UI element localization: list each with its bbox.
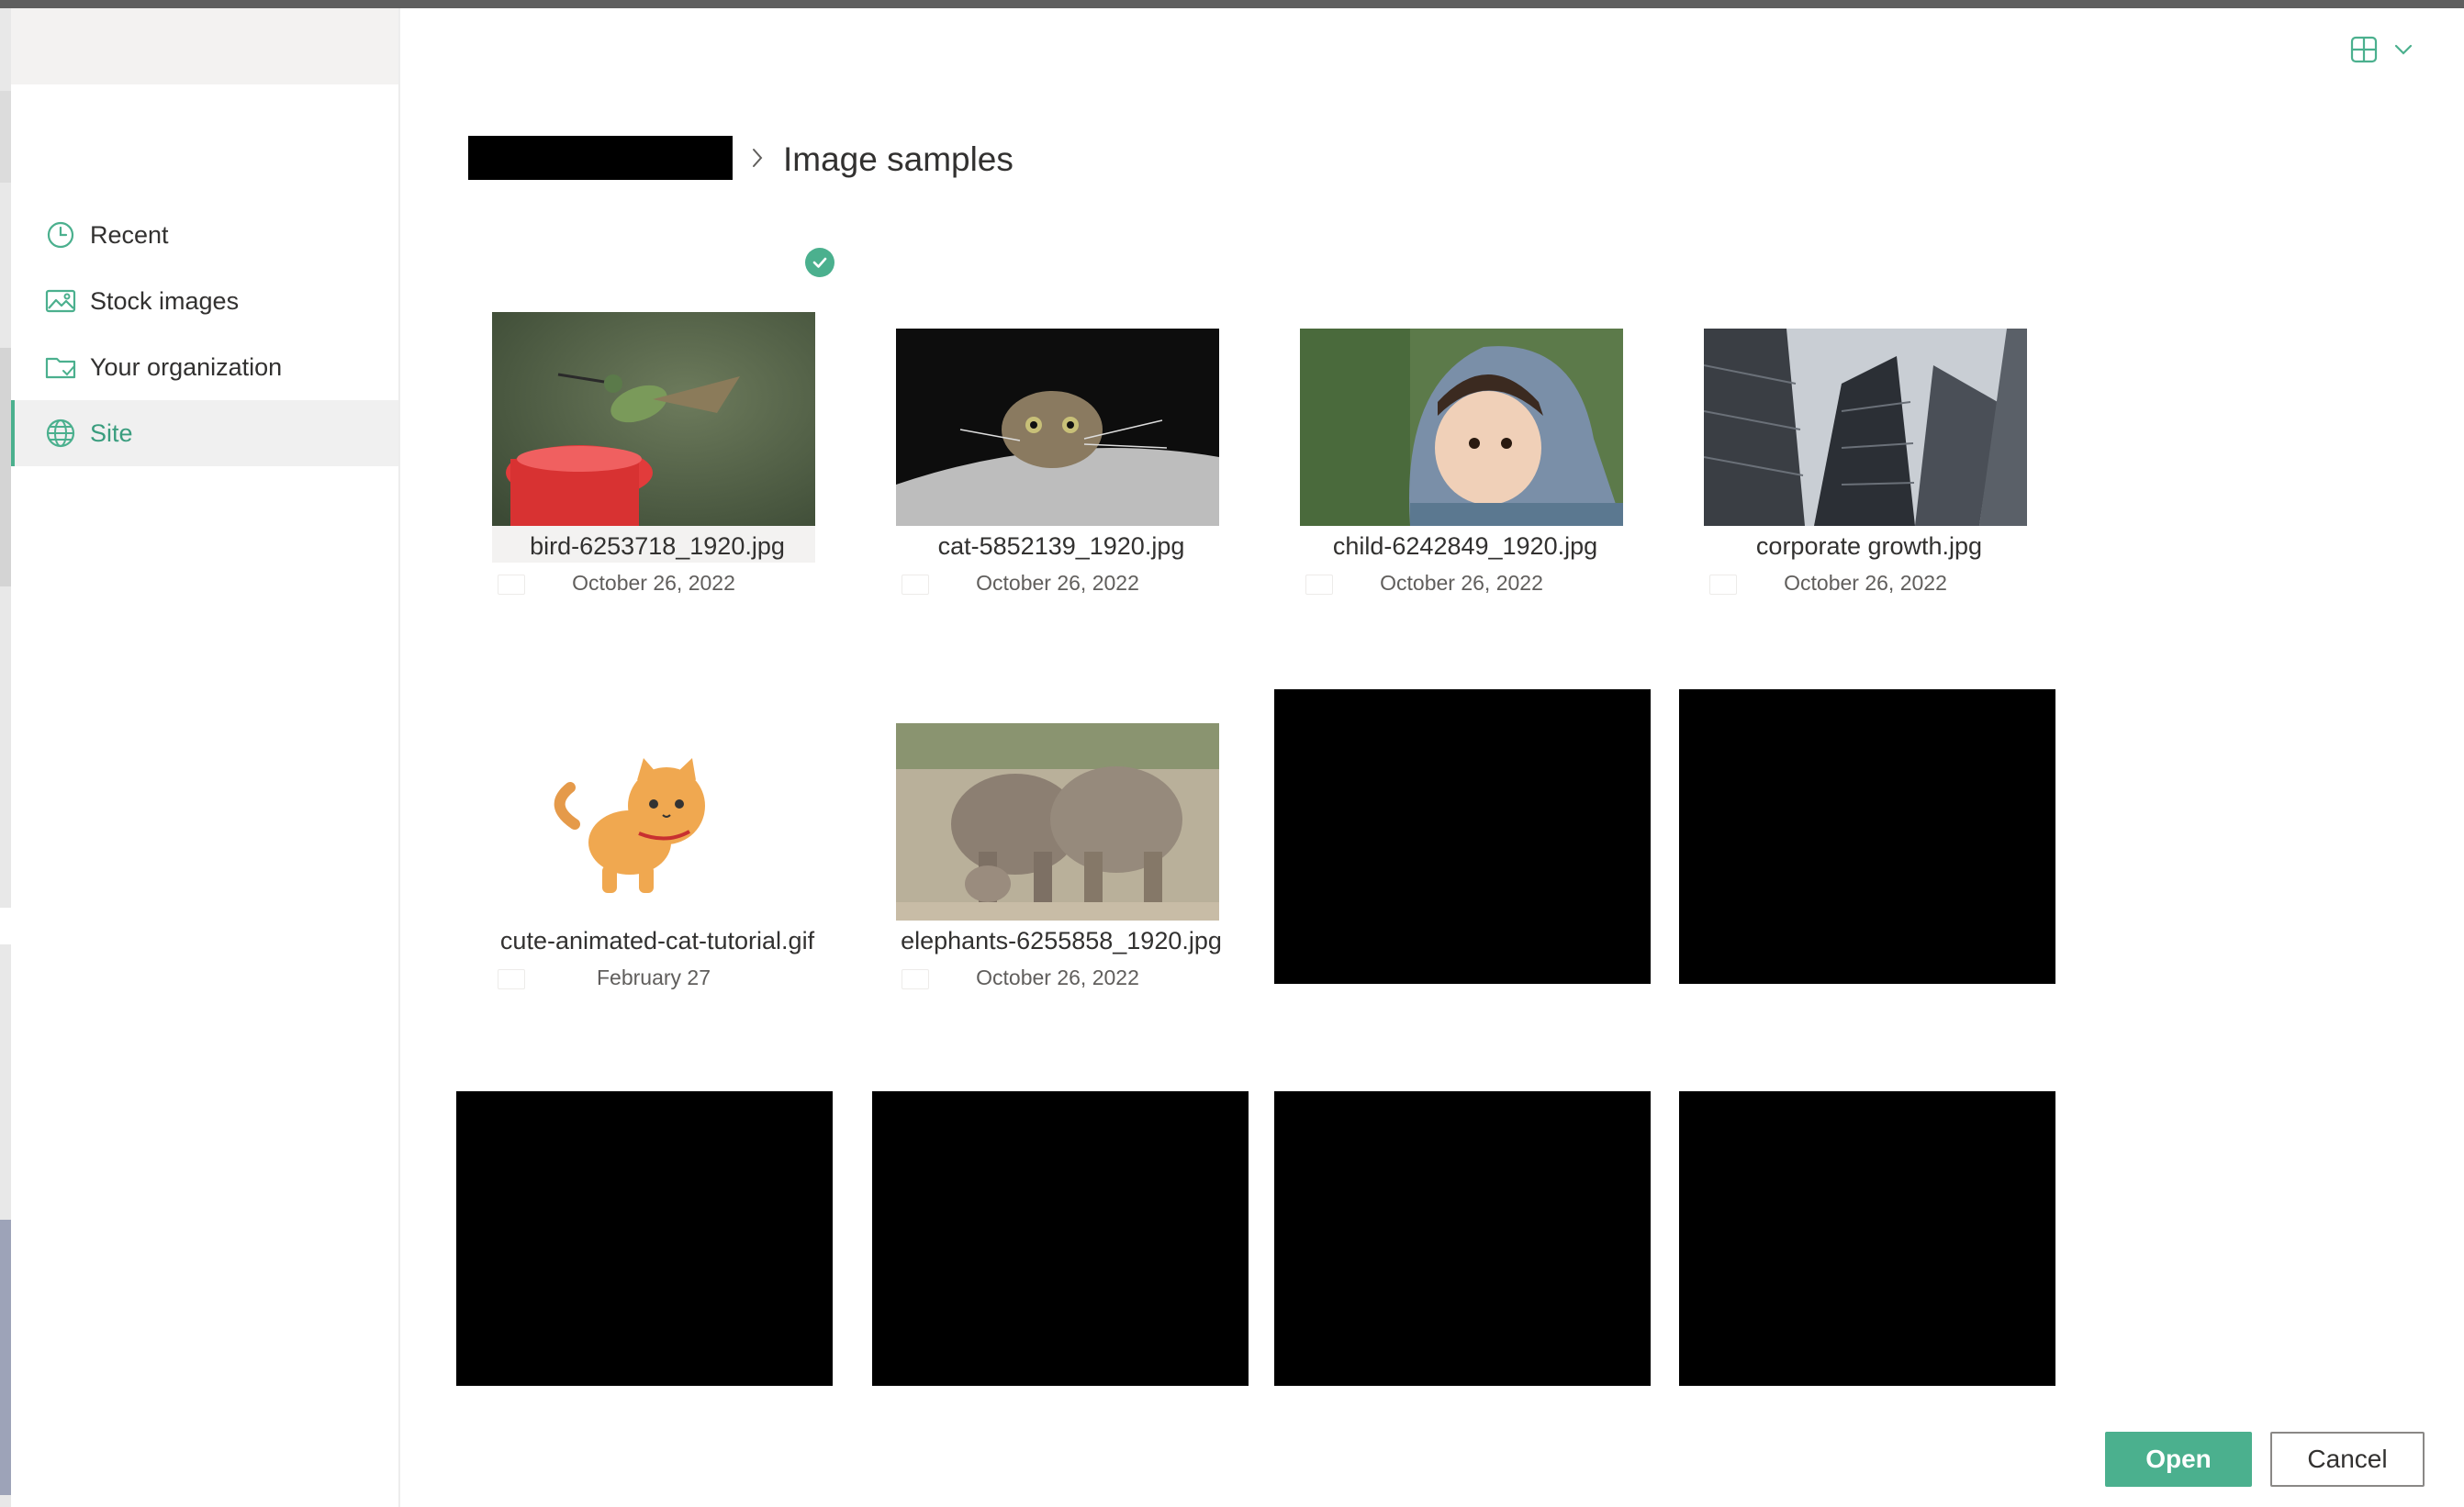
image-thumbnail (896, 723, 1219, 921)
nav-item-label: Site (90, 419, 133, 447)
redacted-file-tile[interactable] (1274, 1091, 1651, 1386)
file-name: bird-6253718_1920.jpg (530, 532, 785, 560)
chevron-down-icon (2394, 43, 2413, 61)
window-top-bar (0, 0, 2464, 8)
redacted-file-tile[interactable] (872, 1091, 1249, 1386)
image-thumbnail (896, 329, 1219, 526)
redacted-file-tile[interactable] (1679, 689, 2055, 984)
nav-item-stock-images[interactable]: Stock images (11, 268, 398, 334)
file-tile[interactable]: corporate growth.jpg October 26, 2022 (1704, 329, 2034, 606)
file-name: cat-5852139_1920.jpg (937, 532, 1185, 560)
open-button[interactable]: Open (2105, 1432, 2252, 1487)
file-name: cute-animated-cat-tutorial.gif (499, 927, 815, 954)
grid-view-icon (2350, 36, 2378, 68)
redacted-file-tile[interactable] (456, 1091, 833, 1386)
file-date: October 26, 2022 (976, 571, 1139, 595)
breadcrumb-current-folder: Image samples (783, 140, 1014, 178)
file-tile[interactable]: child-6242849_1920.jpg October 26, 2022 (1300, 329, 1630, 606)
image-thumbnail (492, 723, 815, 921)
nav-item-label: Recent (90, 220, 169, 249)
file-tile[interactable]: elephants-6255858_1920.jpg October 26, 2… (896, 723, 1226, 1000)
nav-item-site[interactable]: Site (11, 400, 398, 466)
redacted-file-tile[interactable] (1679, 1091, 2055, 1386)
file-tile[interactable]: bird-6253718_1920.jpg October 26, 2022 (492, 312, 823, 606)
image-thumbnail (1704, 329, 2027, 526)
file-name: corporate growth.jpg (1755, 532, 1983, 560)
selected-check-icon[interactable] (805, 248, 834, 277)
file-date: February 27 (596, 966, 711, 989)
nav-item-label: Stock images (90, 286, 240, 315)
image-thumbnail (492, 312, 815, 526)
file-tile[interactable]: cat-5852139_1920.jpg October 26, 2022 (896, 329, 1226, 606)
globe-icon (44, 417, 77, 450)
file-date: October 26, 2022 (1784, 571, 1947, 595)
nav-item-your-organization[interactable]: Your organization (11, 334, 398, 400)
clock-icon (44, 218, 77, 251)
nav-item-recent[interactable]: Recent (11, 202, 398, 268)
file-tile[interactable]: cute-animated-cat-tutorial.gif February … (492, 723, 823, 1000)
stock-images-icon (44, 285, 77, 318)
file-date: October 26, 2022 (976, 966, 1139, 989)
file-name: child-6242849_1920.jpg (1332, 532, 1598, 560)
file-date: October 26, 2022 (572, 571, 735, 595)
left-navigation-pane: Recent Stock images Your organization Si… (11, 8, 400, 1507)
nav-header (11, 8, 398, 84)
redacted-file-tile[interactable] (1274, 689, 1651, 984)
chevron-right-icon (747, 143, 767, 173)
view-switcher[interactable] (2350, 33, 2424, 70)
file-date: October 26, 2022 (1380, 571, 1543, 595)
image-thumbnail (1300, 329, 1623, 526)
background-app-edge (0, 8, 11, 1507)
breadcrumb-root-redacted[interactable] (468, 136, 733, 180)
file-name: elephants-6255858_1920.jpg (901, 927, 1222, 954)
organization-folder-icon (44, 351, 77, 384)
nav-item-label: Your organization (90, 352, 283, 381)
cancel-button[interactable]: Cancel (2270, 1432, 2425, 1487)
